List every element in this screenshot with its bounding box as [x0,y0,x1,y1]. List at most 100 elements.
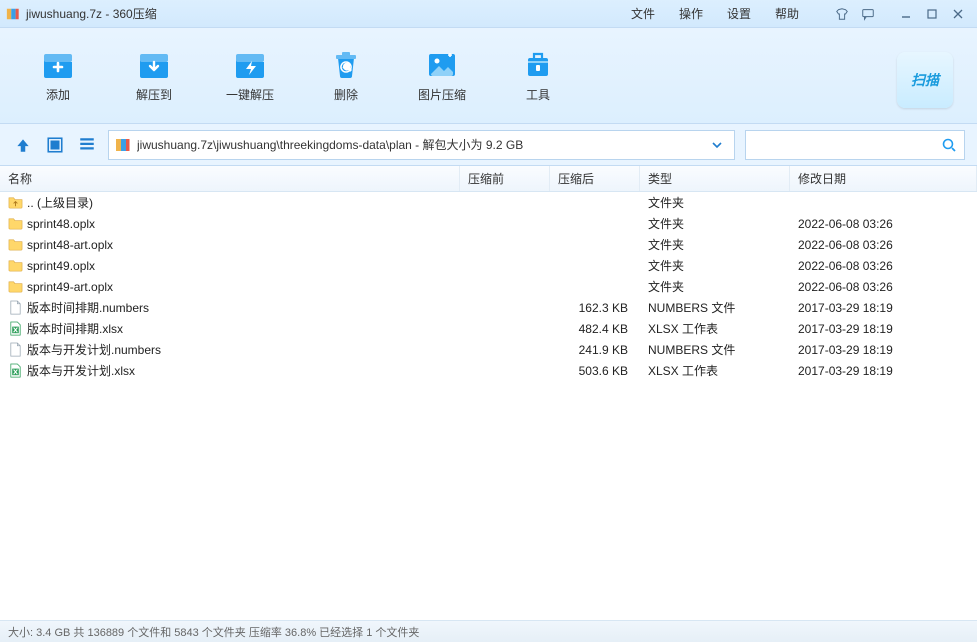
nav-row: jiwushuang.7z\jiwushuang\threekingdoms-d… [0,124,977,166]
cell-type: 文件夹 [640,215,790,232]
cell-type: 文件夹 [640,278,790,295]
file-list[interactable]: .. (上级目录)文件夹sprint48.oplx文件夹2022-06-08 0… [0,192,977,620]
folder-icon [8,258,23,273]
nav-view2-icon[interactable] [76,134,98,156]
cell-type: NUMBERS 文件 [640,341,790,358]
file-name: sprint48-art.oplx [27,238,113,252]
cell-type: XLSX 工作表 [640,320,790,337]
cell-type: 文件夹 [640,257,790,274]
table-row[interactable]: 版本与开发计划.numbers 241.9 KBNUMBERS 文件2017-03… [0,339,977,360]
tool-oneclick[interactable]: 一键解压 [212,48,288,103]
tool-extract-to-label: 解压到 [136,86,172,103]
tool-oneclick-label: 一键解压 [226,86,274,103]
oneclick-icon [232,48,268,80]
file-name: sprint48.oplx [27,217,95,231]
path-dropdown-icon[interactable] [706,139,728,151]
search-icon[interactable] [940,137,958,153]
cell-date: 2017-03-29 18:19 [790,343,977,357]
feedback-icon[interactable] [855,4,881,24]
cell-post: 241.9 KB [550,343,640,357]
tool-delete-label: 删除 [334,86,358,103]
cell-type: 文件夹 [640,236,790,253]
tool-imgcomp[interactable]: 图片压缩 [404,48,480,103]
cell-post: 503.6 KB [550,364,640,378]
menu-file[interactable]: 文件 [619,5,667,22]
xlsx-icon [8,321,23,336]
table-row[interactable]: 版本与开发计划.xlsx 503.6 KBXLSX 工作表2017-03-29 1… [0,360,977,381]
skin-icon[interactable] [829,4,855,24]
file-name: 版本时间排期.xlsx [27,320,123,337]
folder-icon [8,279,23,294]
table-row[interactable]: .. (上级目录) 文件夹 [0,192,977,213]
tool-tools-label: 工具 [526,86,550,103]
col-name[interactable]: 名称 [0,166,460,191]
extract-to-icon [136,48,172,80]
status-bar: 大小: 3.4 GB 共 136889 个文件和 5843 个文件夹 压缩率 3… [0,620,977,642]
cell-type: XLSX 工作表 [640,362,790,379]
col-date[interactable]: 修改日期 [790,166,977,191]
scan-label: 扫描 [911,70,939,90]
cell-type: NUMBERS 文件 [640,299,790,316]
cell-date: 2022-06-08 03:26 [790,259,977,273]
nav-up-icon[interactable] [12,134,34,156]
minimize-button[interactable] [893,4,919,24]
cell-date: 2022-06-08 03:26 [790,238,977,252]
search-input[interactable] [752,132,940,158]
table-row[interactable]: sprint49-art.oplx 文件夹2022-06-08 03:26 [0,276,977,297]
cell-date: 2017-03-29 18:19 [790,301,977,315]
col-post[interactable]: 压缩后 [550,166,640,191]
cell-post: 482.4 KB [550,322,640,336]
file-icon [8,300,23,315]
file-name: 版本与开发计划.xlsx [27,362,135,379]
add-icon [40,48,76,80]
col-type[interactable]: 类型 [640,166,790,191]
tool-delete[interactable]: 删除 [308,48,384,103]
xlsx-icon [8,363,23,378]
cell-date: 2022-06-08 03:26 [790,280,977,294]
nav-view1-icon[interactable] [44,134,66,156]
tool-add[interactable]: 添加 [20,48,96,103]
menu-settings[interactable]: 设置 [715,5,763,22]
path-box[interactable]: jiwushuang.7z\jiwushuang\threekingdoms-d… [108,130,735,160]
table-row[interactable]: sprint48-art.oplx 文件夹2022-06-08 03:26 [0,234,977,255]
delete-icon [328,48,364,80]
folder-icon [8,216,23,231]
file-name: 版本与开发计划.numbers [27,341,161,358]
col-pre[interactable]: 压缩前 [460,166,550,191]
file-name: 版本时间排期.numbers [27,299,149,316]
cell-type: 文件夹 [640,194,790,211]
app-icon [6,7,20,21]
menu-operate[interactable]: 操作 [667,5,715,22]
imgcomp-icon [424,48,460,80]
table-row[interactable]: sprint48.oplx 文件夹2022-06-08 03:26 [0,213,977,234]
tools-icon [520,48,556,80]
folder-icon [8,237,23,252]
status-text: 大小: 3.4 GB 共 136889 个文件和 5843 个文件夹 压缩率 3… [8,624,419,640]
file-name: .. (上级目录) [27,194,93,211]
toolbar: 添加 解压到 一键解压 删除 图片压缩 工具 扫描 [0,28,977,124]
table-row[interactable]: 版本时间排期.xlsx 482.4 KBXLSX 工作表2017-03-29 18… [0,318,977,339]
path-text: jiwushuang.7z\jiwushuang\threekingdoms-d… [137,136,700,153]
file-icon [8,342,23,357]
tool-extract-to[interactable]: 解压到 [116,48,192,103]
table-row[interactable]: 版本时间排期.numbers 162.3 KBNUMBERS 文件2017-03-… [0,297,977,318]
close-button[interactable] [945,4,971,24]
column-header-row: 名称 压缩前 压缩后 类型 修改日期 [0,166,977,192]
tool-imgcomp-label: 图片压缩 [418,86,466,103]
file-name: sprint49-art.oplx [27,280,113,294]
tool-tools[interactable]: 工具 [500,48,576,103]
cell-post: 162.3 KB [550,301,640,315]
archive-icon [115,137,131,153]
scan-button[interactable]: 扫描 [897,52,953,108]
file-name: sprint49.oplx [27,259,95,273]
search-box[interactable] [745,130,965,160]
maximize-button[interactable] [919,4,945,24]
cell-date: 2017-03-29 18:19 [790,364,977,378]
cell-date: 2017-03-29 18:19 [790,322,977,336]
tool-add-label: 添加 [46,86,70,103]
menu-help[interactable]: 帮助 [763,5,811,22]
table-row[interactable]: sprint49.oplx 文件夹2022-06-08 03:26 [0,255,977,276]
window-title: jiwushuang.7z - 360压缩 [26,5,157,22]
title-bar: jiwushuang.7z - 360压缩 文件 操作 设置 帮助 [0,0,977,28]
cell-date: 2022-06-08 03:26 [790,217,977,231]
